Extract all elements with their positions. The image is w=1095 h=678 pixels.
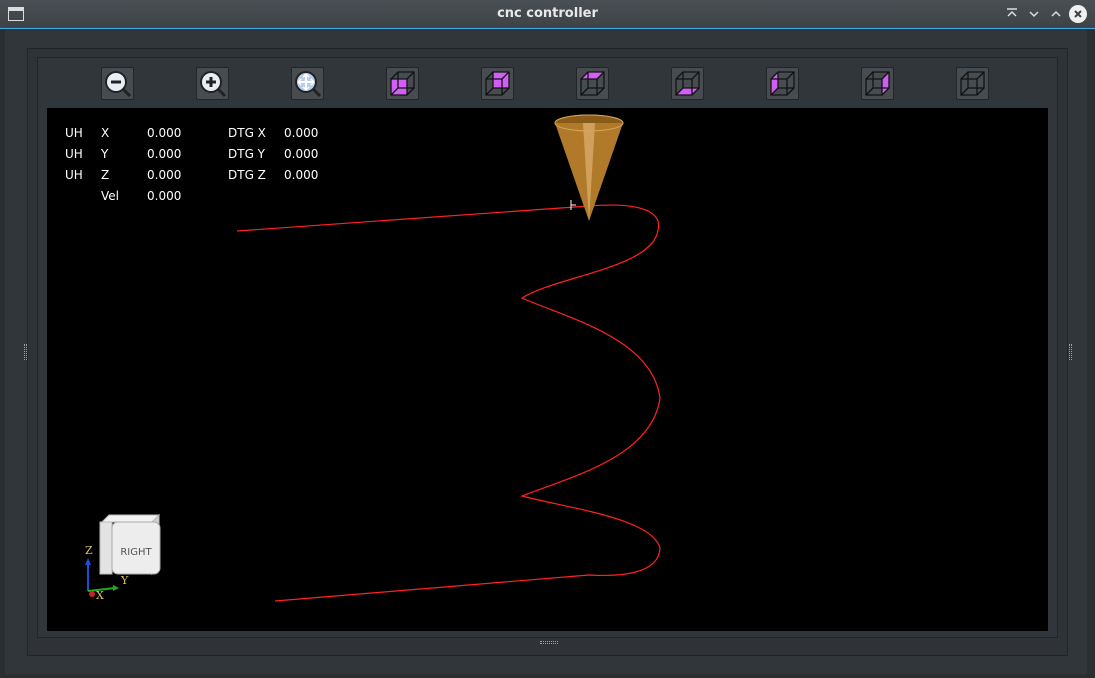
toolpath-line bbox=[236, 204, 661, 602]
view-left-button[interactable] bbox=[766, 67, 799, 100]
minimize-button[interactable] bbox=[1025, 5, 1043, 23]
cube-right-icon bbox=[865, 71, 890, 96]
view-right-button[interactable] bbox=[861, 67, 894, 100]
cube-left-icon bbox=[770, 71, 795, 96]
window-title: cnc controller bbox=[497, 6, 598, 21]
view-iso-button[interactable] bbox=[956, 67, 989, 100]
view-bottom-button[interactable] bbox=[671, 67, 704, 100]
cube-iso-icon bbox=[960, 71, 985, 96]
axis-y-label: Y bbox=[121, 574, 129, 587]
left-splitter-handle[interactable] bbox=[24, 344, 27, 360]
view-top-button[interactable] bbox=[576, 67, 609, 100]
close-button[interactable] bbox=[1069, 5, 1087, 23]
toolpath-canvas bbox=[236, 114, 661, 602]
axis-z-label: Z bbox=[85, 544, 93, 557]
view-front-button[interactable] bbox=[386, 67, 419, 100]
chevron-up-icon bbox=[1051, 10, 1061, 17]
zoom-in-button[interactable] bbox=[196, 67, 229, 100]
cursor-marker bbox=[570, 200, 576, 210]
cube-back-icon bbox=[485, 71, 510, 96]
title-bar[interactable]: cnc controller bbox=[0, 0, 1095, 29]
zoom-out-icon bbox=[105, 71, 132, 98]
zoom-out-button[interactable] bbox=[101, 67, 134, 100]
3d-viewport[interactable]: UH X 0.000 DTG X 0.000 UH Y 0.000 DTG Y … bbox=[47, 108, 1048, 631]
right-splitter-handle[interactable] bbox=[1069, 344, 1072, 360]
zoom-fit-button[interactable] bbox=[291, 67, 324, 100]
bottom-splitter-handle[interactable] bbox=[540, 641, 558, 644]
keep-above-icon bbox=[1007, 8, 1017, 17]
keep-above-button[interactable] bbox=[1003, 5, 1021, 23]
close-icon bbox=[1074, 10, 1082, 18]
chevron-down-icon bbox=[1029, 11, 1039, 18]
cube-front-icon bbox=[390, 71, 415, 96]
cube-top-icon bbox=[580, 71, 605, 96]
maximize-button[interactable] bbox=[1047, 5, 1065, 23]
zoom-fit-icon bbox=[295, 71, 322, 98]
cube-bottom-icon bbox=[675, 71, 700, 96]
view-back-button[interactable] bbox=[481, 67, 514, 100]
zoom-in-icon bbox=[200, 71, 227, 98]
axis-x-label: X bbox=[96, 589, 104, 602]
